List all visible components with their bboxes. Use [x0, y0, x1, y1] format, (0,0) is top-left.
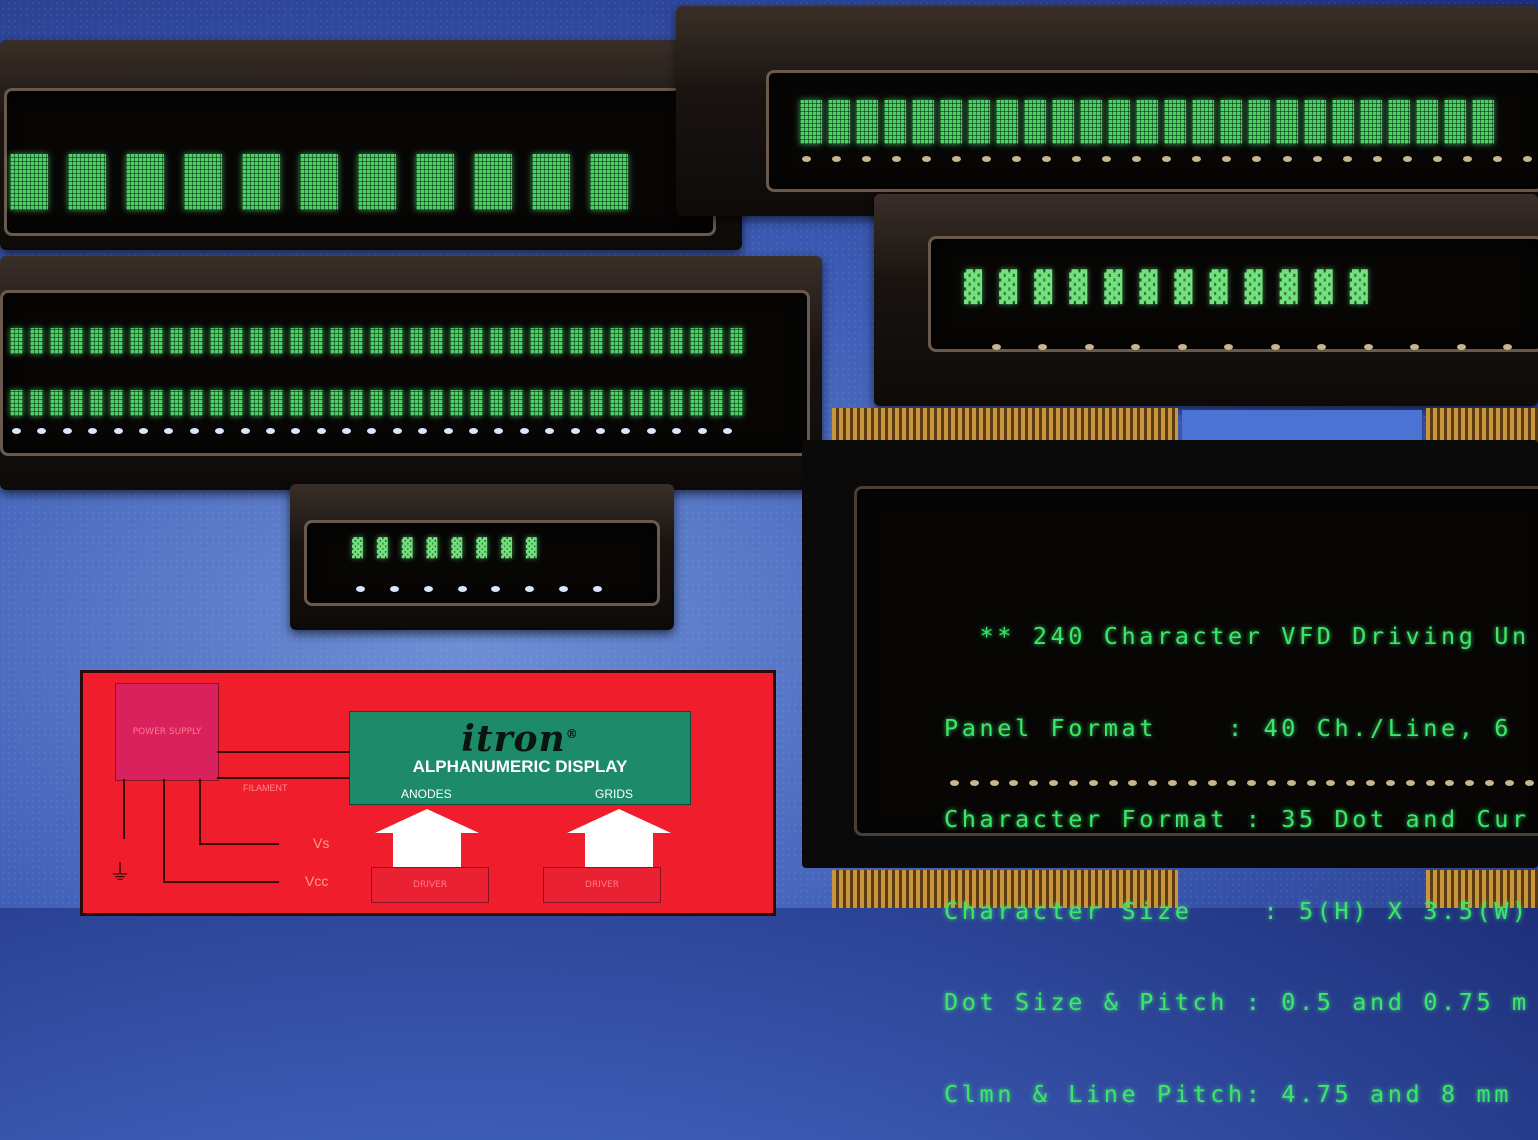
board-gap — [1182, 410, 1422, 442]
vfd-module-two-line — [0, 256, 822, 490]
vfd-line-4: Character Size : 5(H) X 3.5(W) — [944, 896, 1530, 925]
grids-label: GRIDS — [595, 787, 634, 801]
vfd-line-2: Panel Format : 40 Ch./Line, 6 — [944, 713, 1512, 742]
ground-icon: ⏚ — [109, 860, 132, 885]
vfd-module-16seg: ▓ ▓ ▓ ▓ ▓ ▓ ▓ ▓ ▓ ▓ ▓ ▓ — [874, 194, 1538, 406]
driver-box-anodes: DRIVER — [371, 867, 489, 903]
strip-pins — [802, 156, 1532, 162]
small-segment-digits: ▓ ▓ ▓ ▓ ▓ ▓ ▓ ▓ — [352, 538, 537, 559]
strip-digits — [800, 100, 1494, 144]
segment-digits: ▓ ▓ ▓ ▓ ▓ ▓ ▓ ▓ ▓ ▓ ▓ ▓ — [964, 270, 1368, 305]
vfd-screen-pins — [950, 780, 1534, 786]
display-title: ALPHANUMERIC DISPLAY — [412, 757, 628, 776]
segment-pins — [992, 344, 1512, 350]
vfd-line-1: ** 240 Character VFD Driving Un — [944, 622, 1530, 650]
vfd-module-top-right — [676, 6, 1538, 216]
edge-connector-top — [832, 408, 1178, 444]
itron-logo: itron® — [461, 718, 579, 760]
line-two-cells — [10, 390, 743, 416]
anodes-arrow — [375, 809, 479, 833]
vfd-line-6: Clmn & Line Pitch: 4.75 and 8 mm — [944, 1079, 1512, 1108]
itron-block-diagram: POWER SUPPLY FILAMENT itron® ALPHANUMERI… — [80, 670, 776, 916]
vfd-module-top-left — [0, 40, 742, 250]
small-pins — [356, 586, 602, 592]
edge-connector-top-right — [1426, 408, 1538, 444]
driver-box-grids: DRIVER — [543, 867, 661, 903]
power-supply-box: POWER SUPPLY — [115, 683, 219, 781]
anodes-label: ANODES — [401, 787, 452, 801]
vfd-line-3: Character Format : 35 Dot and Cur — [944, 805, 1530, 833]
dot-matrix-digits — [10, 154, 628, 210]
vfd-line-5: Dot Size & Pitch : 0.5 and 0.75 m — [944, 988, 1530, 1016]
vfd-module-small: ▓ ▓ ▓ ▓ ▓ ▓ ▓ ▓ — [290, 484, 674, 630]
two-line-pins — [12, 428, 732, 434]
line-one-cells — [10, 328, 743, 354]
vfd-screen-text: ** 240 Character VFD Driving Un Panel Fo… — [944, 560, 1530, 1140]
vcc-label: Vcc — [305, 873, 329, 889]
vs-label: Vs — [313, 835, 330, 851]
grids-arrow — [567, 809, 671, 833]
filament-label: FILAMENT — [243, 783, 288, 793]
